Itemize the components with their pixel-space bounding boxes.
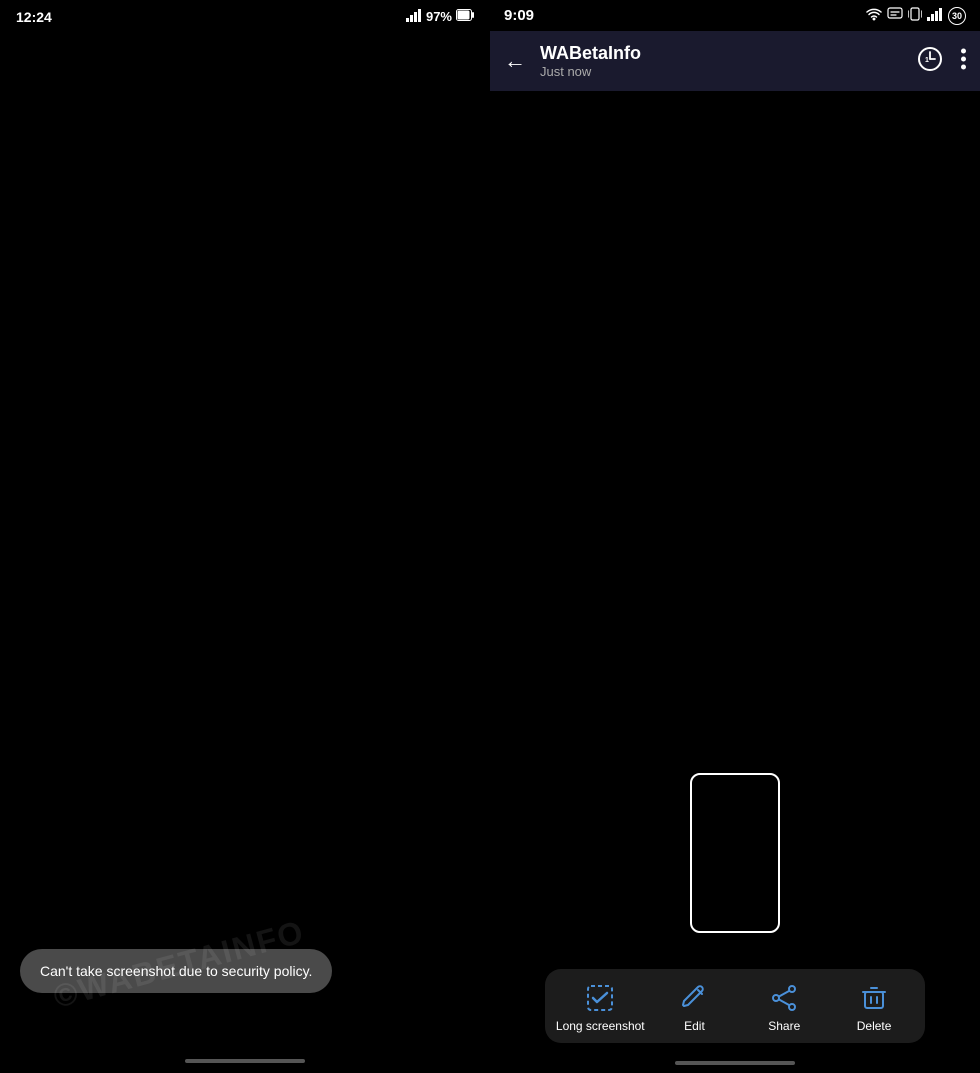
- long-screenshot-icon: [585, 983, 615, 1013]
- screenshot-preview-area: [690, 773, 780, 933]
- svg-text:1: 1: [925, 57, 929, 64]
- left-phone-panel: 12:24 97% Can't take s: [0, 0, 490, 1073]
- back-button[interactable]: ←: [504, 48, 526, 74]
- left-status-right: 97%: [406, 8, 474, 25]
- delete-icon: [859, 983, 889, 1013]
- contact-status: Just now: [540, 64, 903, 79]
- share-button[interactable]: Share: [744, 983, 824, 1033]
- bottom-home-bar-left: [185, 1059, 305, 1063]
- cellular-icon: [927, 7, 943, 24]
- screenshot-thumbnail: [690, 773, 780, 933]
- right-phone-panel: 9:09: [490, 0, 980, 1073]
- more-options-icon[interactable]: [961, 48, 966, 75]
- edit-icon: [679, 983, 709, 1013]
- circle-badge-icon: 30: [948, 7, 966, 25]
- battery-icon: [456, 9, 474, 24]
- right-time: 9:09: [504, 7, 534, 24]
- message-notification-icon: [887, 7, 903, 24]
- right-status-bar: 9:09: [490, 0, 980, 31]
- bottom-home-bar-right: [675, 1061, 795, 1065]
- vibrate-icon: [908, 6, 922, 25]
- share-icon: [769, 983, 799, 1013]
- action-toolbar: Long screenshot Edit: [545, 969, 925, 1043]
- left-time: 12:24: [16, 9, 52, 25]
- battery-percentage: 97%: [426, 9, 452, 24]
- edit-label: Edit: [684, 1019, 705, 1033]
- share-label: Share: [768, 1019, 800, 1033]
- signal-icon: [406, 8, 422, 25]
- wifi-icon: [866, 7, 882, 24]
- left-black-content: [0, 33, 490, 903]
- contact-name: WABetaInfo: [540, 43, 903, 64]
- topbar-icons: 1: [917, 46, 966, 77]
- contact-info: WABetaInfo Just now: [540, 43, 903, 79]
- timer-icon[interactable]: 1: [917, 46, 943, 77]
- whatsapp-topbar: ← WABetaInfo Just now 1: [490, 31, 980, 91]
- delete-label: Delete: [857, 1019, 892, 1033]
- long-screenshot-label: Long screenshot: [556, 1019, 645, 1033]
- edit-button[interactable]: Edit: [654, 983, 734, 1033]
- left-status-bar: 12:24 97%: [0, 0, 490, 33]
- delete-button[interactable]: Delete: [834, 983, 914, 1033]
- long-screenshot-button[interactable]: Long screenshot: [556, 983, 645, 1033]
- right-status-icons: 30: [866, 6, 966, 25]
- right-black-content: [490, 91, 980, 691]
